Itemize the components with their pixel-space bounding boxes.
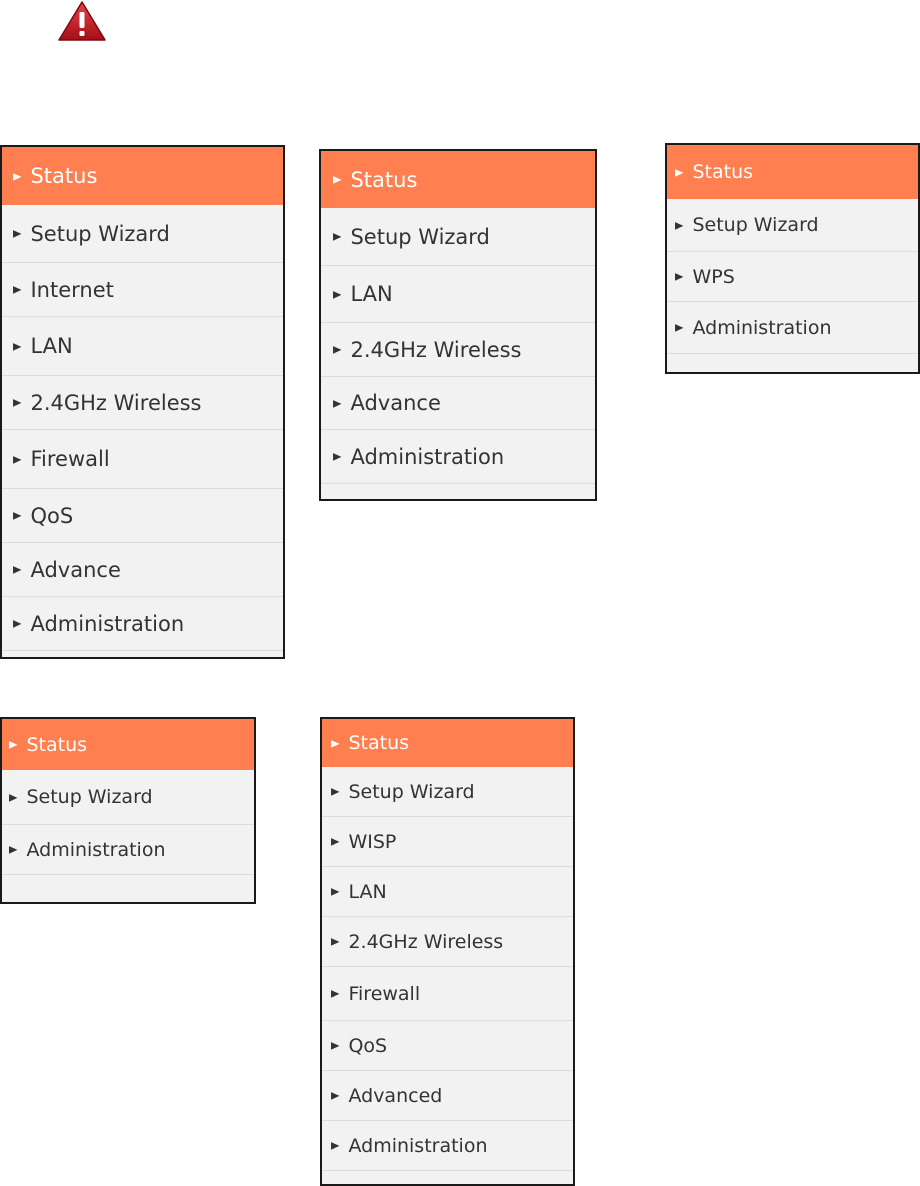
menu-item-setup-wizard[interactable]: ▶ Setup Wizard (321, 208, 595, 266)
triangle-right-icon: ▶ (13, 340, 22, 352)
menu-item-administration[interactable]: ▶ Administration (322, 1121, 573, 1171)
nav-menu-full: ▶ Status ▶ Setup Wizard ▶ Internet ▶ LAN ▶ 2.4GHz… (0, 145, 285, 659)
menu-item-status[interactable]: ▶ Status (321, 151, 595, 208)
menu-item-label: WISP (348, 830, 397, 853)
menu-item-label: QoS (30, 503, 74, 528)
menu-item-2-4ghz-wireless[interactable]: ▶ 2.4GHz Wireless (322, 917, 573, 967)
triangle-right-icon: ▶ (13, 227, 22, 240)
triangle-right-icon: ▶ (13, 283, 22, 296)
menu-item-lan[interactable]: ▶ LAN (322, 867, 573, 917)
menu-item-label: Firewall (30, 447, 110, 471)
menu-item-label: LAN (348, 880, 387, 903)
triangle-right-icon: ▶ (9, 791, 18, 803)
menu-item-label: WPS (692, 265, 735, 288)
menu-item-setup-wizard[interactable]: ▶ Setup Wizard (2, 770, 254, 825)
menu-item-label: Administration (30, 611, 185, 636)
triangle-right-icon: ▶ (333, 173, 342, 186)
menu-item-firewall[interactable]: ▶ Firewall (322, 967, 573, 1021)
nav-menu-wisp: ▶ Status ▶ Setup Wizard ▶ WISP ▶ LAN ▶ 2.4GHz Wir… (320, 717, 575, 1186)
menu-item-2-4ghz-wireless[interactable]: ▶ 2.4GHz Wireless (321, 323, 595, 377)
triangle-right-icon: ▶ (13, 170, 22, 182)
menu-item-label: Administration (348, 1134, 488, 1157)
menu-item-label: LAN (350, 282, 393, 306)
menu-item-wisp[interactable]: ▶ WISP (322, 817, 573, 867)
menu-item-firewall[interactable]: ▶ Firewall (2, 430, 283, 489)
menu-item-advance[interactable]: ▶ Advance (2, 543, 283, 597)
menu-item-label: 2.4GHz Wireless (30, 390, 202, 415)
triangle-right-icon: ▶ (9, 843, 18, 856)
menu-item-qos[interactable]: ▶ QoS (2, 489, 283, 543)
triangle-right-icon: ▶ (333, 450, 342, 463)
menu-item-label: Status (348, 732, 410, 754)
triangle-right-icon: ▶ (331, 785, 340, 798)
menu-item-label: Setup Wizard (30, 221, 170, 246)
menu-item-label: Advanced (348, 1084, 443, 1107)
triangle-right-icon: ▶ (333, 230, 342, 243)
menu-item-status[interactable]: ▶ Status (667, 145, 918, 199)
triangle-right-icon: ▶ (331, 987, 340, 1000)
menu-item-status[interactable]: ▶ Status (322, 719, 573, 767)
menu-item-label: 2.4GHz Wireless (350, 337, 522, 362)
triangle-right-icon: ▶ (675, 270, 684, 283)
triangle-right-icon: ▶ (333, 288, 342, 300)
menu-item-status[interactable]: ▶ Status (2, 719, 254, 770)
menu-item-label: 2.4GHz Wireless (348, 930, 504, 953)
triangle-right-icon: ▶ (331, 1039, 340, 1052)
triangle-right-icon: ▶ (331, 835, 340, 848)
triangle-right-icon: ▶ (675, 321, 684, 334)
triangle-right-icon: ▶ (13, 563, 22, 576)
triangle-right-icon: ▶ (331, 935, 340, 948)
menu-item-label: Setup Wizard (348, 780, 475, 803)
menu-item-label: QoS (348, 1034, 388, 1057)
triangle-right-icon: ▶ (9, 738, 18, 751)
menu-item-setup-wizard[interactable]: ▶ Setup Wizard (667, 199, 918, 252)
menu-item-administration[interactable]: ▶ Administration (2, 825, 254, 875)
warning-triangle-icon (58, 1, 106, 41)
menu-item-advanced[interactable]: ▶ Advanced (322, 1071, 573, 1121)
menu-item-administration[interactable]: ▶ Administration (2, 597, 283, 651)
menu-item-administration[interactable]: ▶ Administration (667, 302, 918, 354)
menu-item-setup-wizard[interactable]: ▶ Setup Wizard (2, 205, 283, 263)
menu-item-label: Firewall (348, 982, 421, 1005)
menu-item-label: Setup Wizard (26, 786, 153, 808)
menu-item-label: Setup Wizard (350, 224, 490, 249)
menu-item-administration[interactable]: ▶ Administration (321, 430, 595, 484)
triangle-right-icon: ▶ (331, 885, 340, 898)
triangle-right-icon: ▶ (675, 219, 684, 231)
triangle-right-icon: ▶ (333, 343, 342, 356)
menu-item-label: Advance (30, 557, 121, 582)
triangle-right-icon: ▶ (13, 453, 22, 465)
triangle-right-icon: ▶ (331, 1139, 340, 1152)
menu-item-lan[interactable]: ▶ LAN (2, 317, 283, 376)
triangle-right-icon: ▶ (333, 397, 342, 409)
menu-item-qos[interactable]: ▶ QoS (322, 1021, 573, 1071)
triangle-right-icon: ▶ (13, 509, 22, 522)
menu-item-setup-wizard[interactable]: ▶ Setup Wizard (322, 767, 573, 817)
menu-item-label: Status (350, 167, 418, 192)
menu-item-wps[interactable]: ▶ WPS (667, 252, 918, 302)
triangle-right-icon: ▶ (331, 737, 340, 749)
menu-item-label: Setup Wizard (692, 214, 819, 236)
menu-item-label: Administration (26, 838, 166, 861)
triangle-right-icon: ▶ (331, 1089, 340, 1102)
nav-menu-ap: ▶ Status ▶ Setup Wizard ▶ LAN ▶ 2.4GHz Wireless… (319, 149, 597, 501)
menu-item-label: Internet (30, 277, 114, 302)
menu-item-label: Administration (692, 316, 832, 339)
menu-item-internet[interactable]: ▶ Internet (2, 263, 283, 317)
triangle-right-icon: ▶ (13, 617, 22, 630)
menu-item-advance[interactable]: ▶ Advance (321, 377, 595, 430)
menu-item-status[interactable]: ▶ Status (2, 147, 283, 205)
menu-item-label: Status (26, 733, 88, 756)
menu-item-2-4ghz-wireless[interactable]: ▶ 2.4GHz Wireless (2, 376, 283, 430)
nav-menu-minimal: ▶ Status ▶ Setup Wizard ▶ Administration (0, 717, 256, 904)
triangle-right-icon: ▶ (13, 396, 22, 409)
menu-item-label: Status (692, 161, 754, 183)
nav-menu-wps: ▶ Status ▶ Setup Wizard ▶ WPS ▶ Administration (665, 143, 920, 374)
menu-item-label: Status (30, 164, 98, 188)
triangle-right-icon: ▶ (675, 166, 684, 178)
menu-item-label: Administration (350, 444, 505, 469)
menu-item-lan[interactable]: ▶ LAN (321, 266, 595, 323)
menu-item-label: LAN (30, 334, 73, 358)
menu-item-label: Advance (350, 391, 441, 415)
